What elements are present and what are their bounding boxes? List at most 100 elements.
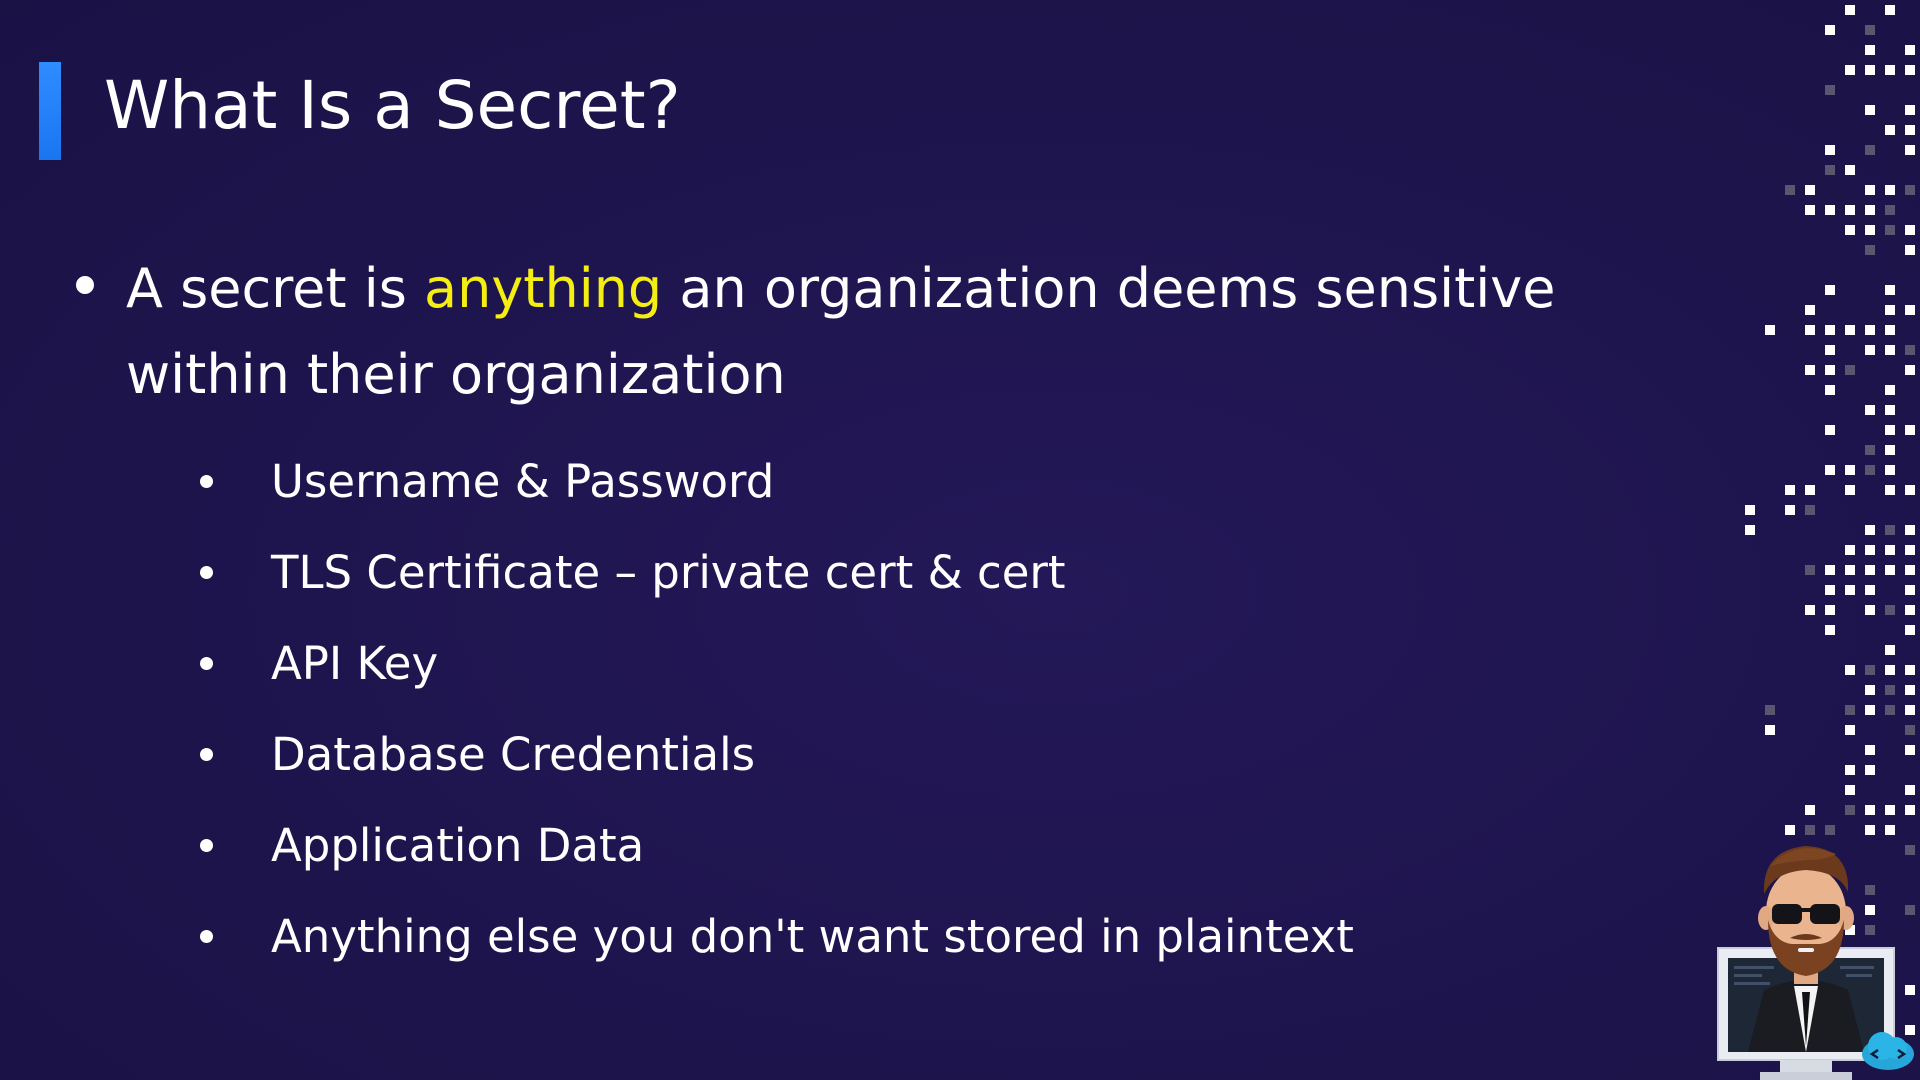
- bullet-dot: [200, 930, 213, 943]
- pixel-dot: [1905, 485, 1915, 495]
- main-bullet-before: A secret is: [126, 257, 425, 320]
- pixel-dot: [1905, 705, 1915, 715]
- pixel-dot: [1885, 325, 1895, 335]
- main-bullet-text: A secret is anything an organization dee…: [126, 246, 1646, 418]
- slide: What Is a Secret? A secret is anything a…: [0, 0, 1920, 1080]
- sub-bullet-label: API Key: [271, 637, 439, 690]
- pixel-dot: [1885, 305, 1895, 315]
- pixel-dot: [1865, 525, 1875, 535]
- pixel-dot: [1865, 105, 1875, 115]
- pixel-dot: [1885, 445, 1895, 455]
- pixel-dot: [1865, 345, 1875, 355]
- sub-bullet-label: Application Data: [271, 819, 645, 872]
- pixel-dot: [1865, 25, 1875, 35]
- pixel-dot: [1905, 565, 1915, 575]
- pixel-dot: [1785, 185, 1795, 195]
- sub-bullet-item: Anything else you don't want stored in p…: [196, 891, 1354, 982]
- pixel-dot: [1825, 205, 1835, 215]
- pixel-dot: [1845, 325, 1855, 335]
- pixel-dot: [1905, 665, 1915, 675]
- pixel-dot: [1885, 185, 1895, 195]
- pixel-dot: [1865, 705, 1875, 715]
- bullet-dot: [200, 839, 213, 852]
- pixel-dot: [1805, 305, 1815, 315]
- sub-bullet-label: Username & Password: [271, 455, 775, 508]
- pixel-dot: [1905, 65, 1915, 75]
- bullet-dot: [200, 748, 213, 761]
- pixel-dot: [1825, 465, 1835, 475]
- pixel-dot: [1845, 5, 1855, 15]
- pixel-dot: [1885, 5, 1895, 15]
- pixel-dot: [1905, 785, 1915, 795]
- presenter-mascot-icon: [1717, 846, 1914, 1080]
- pixel-dot: [1845, 805, 1855, 815]
- pixel-dot: [1845, 785, 1855, 795]
- pixel-dot: [1905, 345, 1915, 355]
- pixel-dot: [1885, 805, 1895, 815]
- sub-bullet-label: Anything else you don't want stored in p…: [271, 910, 1354, 963]
- pixel-dot: [1865, 65, 1875, 75]
- pixel-dot: [1885, 465, 1895, 475]
- pixel-dot: [1885, 425, 1895, 435]
- title-accent-bar: [39, 62, 61, 160]
- pixel-dot: [1885, 525, 1895, 535]
- pixel-dot: [1845, 665, 1855, 675]
- pixel-dot: [1865, 805, 1875, 815]
- pixel-dot: [1885, 405, 1895, 415]
- pixel-dot: [1845, 225, 1855, 235]
- pixel-dot: [1885, 125, 1895, 135]
- pixel-dot: [1765, 705, 1775, 715]
- pixel-dot: [1825, 325, 1835, 335]
- pixel-dot: [1885, 545, 1895, 555]
- sub-bullet-item: TLS Certificate – private cert & cert: [196, 527, 1354, 618]
- pixel-dot: [1885, 285, 1895, 295]
- pixel-dot: [1905, 425, 1915, 435]
- pixel-dot: [1825, 285, 1835, 295]
- pixel-dot: [1865, 325, 1875, 335]
- pixel-dot: [1805, 325, 1815, 335]
- pixel-dot: [1825, 585, 1835, 595]
- pixel-dot: [1905, 225, 1915, 235]
- pixel-dot: [1785, 485, 1795, 495]
- pixel-dot: [1865, 545, 1875, 555]
- pixel-dot: [1845, 205, 1855, 215]
- bullet-dot: [200, 657, 213, 670]
- pixel-dot: [1905, 45, 1915, 55]
- pixel-dot: [1905, 745, 1915, 755]
- sub-bullet-item: API Key: [196, 618, 1354, 709]
- pixel-dot: [1885, 645, 1895, 655]
- pixel-dot: [1805, 565, 1815, 575]
- pixel-dot: [1865, 605, 1875, 615]
- pixel-dot: [1905, 625, 1915, 635]
- pixel-dot: [1905, 685, 1915, 695]
- pixel-dot: [1805, 805, 1815, 815]
- pixel-dot: [1845, 465, 1855, 475]
- pixel-dot: [1905, 305, 1915, 315]
- pixel-dot: [1865, 245, 1875, 255]
- pixel-dot: [1905, 585, 1915, 595]
- pixel-dot: [1905, 105, 1915, 115]
- pixel-dot: [1905, 525, 1915, 535]
- pixel-dot: [1865, 445, 1875, 455]
- pixel-dot: [1805, 485, 1815, 495]
- pixel-dot: [1765, 325, 1775, 335]
- sub-bullet-item: Username & Password: [196, 436, 1354, 527]
- pixel-dot: [1845, 725, 1855, 735]
- pixel-dot: [1805, 185, 1815, 195]
- pixel-dot: [1865, 565, 1875, 575]
- pixel-dot: [1885, 385, 1895, 395]
- pixel-dot: [1805, 605, 1815, 615]
- pixel-dot: [1845, 765, 1855, 775]
- pixel-dot: [1865, 185, 1875, 195]
- pixel-dot: [1905, 145, 1915, 155]
- pixel-dot: [1885, 345, 1895, 355]
- pixel-dot: [1825, 605, 1835, 615]
- sub-bullet-list: Username & Password TLS Certificate – pr…: [196, 436, 1354, 982]
- pixel-dot: [1825, 625, 1835, 635]
- highlighted-word: anything: [424, 257, 663, 320]
- pixel-dot: [1885, 485, 1895, 495]
- bullet-dot: [200, 475, 213, 488]
- pixel-dot: [1845, 65, 1855, 75]
- sub-bullet-item: Database Credentials: [196, 709, 1354, 800]
- pixel-dot: [1885, 685, 1895, 695]
